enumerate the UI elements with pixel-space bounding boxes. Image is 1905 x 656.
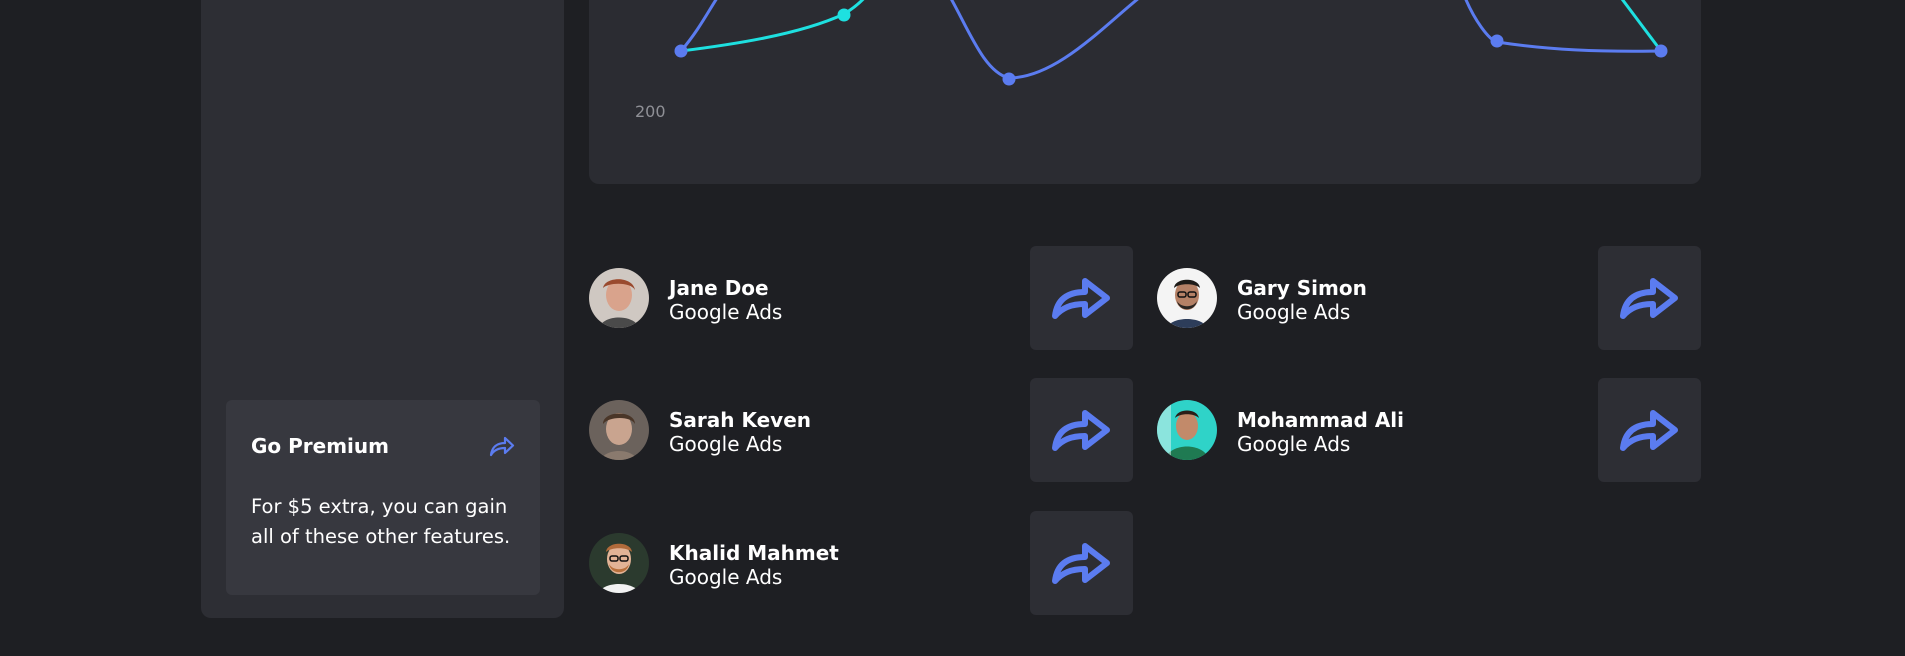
premium-card[interactable]: Go Premium For $5 extra, you can gain al… <box>226 400 540 595</box>
chart-series-blue <box>679 0 1662 80</box>
contact-item: Khalid Mahmet Google Ads <box>589 511 1133 615</box>
share-button[interactable] <box>1030 378 1133 482</box>
chart-point <box>1002 72 1016 86</box>
avatar <box>1157 400 1217 460</box>
line-chart: 200 <box>635 0 1668 121</box>
share-button[interactable] <box>1598 246 1701 350</box>
contact-subtitle: Google Ads <box>669 432 783 456</box>
chart-panel: 200 <box>589 0 1701 184</box>
contact-subtitle: Google Ads <box>1237 432 1351 456</box>
avatar <box>1157 268 1217 328</box>
contact-subtitle: Google Ads <box>669 565 783 589</box>
contact-name: Jane Doe <box>669 276 769 300</box>
contact-item: Jane Doe Google Ads <box>589 246 1133 350</box>
contact-item: Mohammad Ali Google Ads <box>1157 378 1701 482</box>
dashboard-page: Go Premium For $5 extra, you can gain al… <box>0 0 1905 656</box>
chart-point <box>1654 44 1668 58</box>
sidebar: Go Premium For $5 extra, you can gain al… <box>201 0 564 618</box>
y-tick-label: 200 <box>635 102 666 121</box>
share-arrow-icon <box>1619 278 1678 319</box>
contact-subtitle: Google Ads <box>1237 300 1351 324</box>
chart-point <box>837 8 851 22</box>
share-button[interactable] <box>1030 246 1133 350</box>
share-button[interactable] <box>1030 511 1133 615</box>
avatar <box>589 533 649 593</box>
avatar <box>589 400 649 460</box>
chart-point <box>674 44 688 58</box>
avatar <box>589 268 649 328</box>
share-arrow-icon[interactable] <box>488 434 516 458</box>
share-arrow-icon <box>1051 543 1110 584</box>
contact-name: Mohammad Ali <box>1237 408 1405 432</box>
share-arrow-icon <box>1051 410 1110 451</box>
contact-item: Sarah Keven Google Ads <box>589 378 1133 482</box>
contact-subtitle: Google Ads <box>669 300 783 324</box>
share-button[interactable] <box>1598 378 1701 482</box>
contact-name: Gary Simon <box>1237 276 1367 300</box>
share-arrow-icon <box>1051 278 1110 319</box>
premium-description: For $5 extra, you can gain all of these … <box>251 495 511 548</box>
contact-name: Khalid Mahmet <box>669 541 839 565</box>
contact-name: Sarah Keven <box>669 408 812 432</box>
contact-item: Gary Simon Google Ads <box>1157 246 1701 350</box>
share-arrow-icon <box>1619 410 1678 451</box>
premium-title: Go Premium <box>251 434 389 458</box>
chart-point <box>1490 34 1504 48</box>
